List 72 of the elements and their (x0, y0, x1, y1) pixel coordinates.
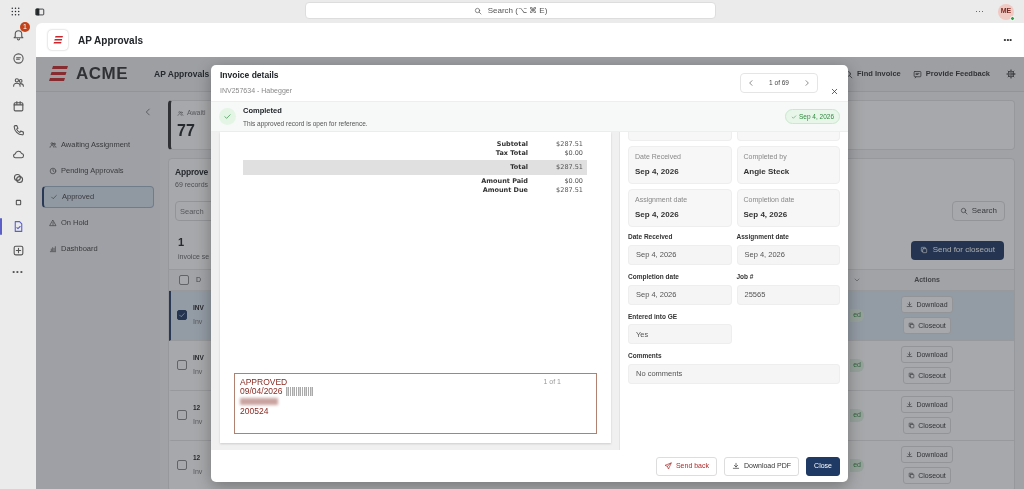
settings-button[interactable] (1006, 69, 1016, 79)
checkbox[interactable] (177, 360, 187, 371)
stat-value: 77 (177, 122, 195, 139)
previous-button[interactable] (747, 79, 756, 87)
app-logo-icon (48, 30, 68, 50)
chevron-left-icon (143, 107, 153, 117)
page-title: AP Approvals (154, 67, 210, 81)
detail-value: Sep 4, 2026 (743, 208, 789, 221)
copy-icon (908, 372, 916, 380)
download-icon (906, 351, 914, 359)
copy-icon (908, 322, 916, 330)
phone-icon (11, 124, 25, 137)
download-icon (906, 301, 914, 309)
search-field[interactable]: Search (⌥ ⌘ E) (305, 2, 716, 19)
check-icon (790, 113, 797, 120)
feedback-icon (912, 69, 922, 79)
bell-icon (11, 28, 25, 41)
people-icon (177, 109, 184, 117)
settings-icon (1006, 69, 1016, 79)
checkbox[interactable] (177, 310, 187, 321)
stamp-reference: 200524 (240, 406, 269, 416)
brand-name: ACME (76, 63, 129, 86)
people-icon (11, 76, 25, 89)
copy-icon (919, 246, 928, 254)
more-button[interactable]: ··· (975, 4, 984, 19)
next-button[interactable] (803, 79, 811, 87)
chevron-left-icon (747, 79, 756, 87)
plus-icon (11, 244, 25, 257)
sidebar-icon (35, 6, 45, 17)
send-icon (663, 462, 672, 470)
more-button[interactable]: ••• (1003, 34, 1012, 46)
card-title: Approve (175, 166, 209, 179)
send-for-closeout-button[interactable]: Send for closeout (910, 240, 1004, 260)
status-dot (1010, 15, 1015, 21)
stamp-date: 09/04/2026 (240, 386, 283, 396)
check-icon (178, 311, 186, 320)
warning-icon (49, 219, 57, 227)
detail-value: Sep 4, 2026 (635, 165, 680, 178)
stamp-status: APPROVED (240, 378, 288, 387)
selected-count: 1 (178, 237, 185, 249)
chart-icon (49, 245, 57, 253)
checkbox[interactable] (177, 410, 187, 421)
app-grid-icon (10, 6, 21, 17)
copy-icon (908, 422, 916, 430)
detail-value: Angie Steck (743, 165, 791, 178)
download-icon (906, 451, 914, 459)
close-icon (830, 86, 839, 96)
more-button[interactable]: ••• (12, 266, 24, 278)
checkbox[interactable] (177, 460, 187, 471)
cloud-icon (11, 148, 25, 161)
copy-icon (908, 472, 916, 480)
chevron-right-icon (803, 79, 811, 87)
search-button[interactable]: Search (951, 201, 1005, 222)
check-icon (50, 193, 58, 201)
success-icon (219, 108, 236, 125)
dialog-title: Invoice details (220, 69, 279, 83)
download-icon (906, 401, 914, 409)
checkbox[interactable] (179, 274, 189, 285)
detail-value: Sep 4, 2026 (635, 208, 680, 221)
circles-icon (11, 172, 25, 185)
app-title: AP Approvals (78, 33, 144, 48)
people-icon (49, 141, 57, 149)
calendar-icon (11, 100, 25, 113)
download-icon (732, 462, 740, 470)
active-indicator (0, 218, 2, 235)
search-icon (959, 207, 968, 216)
chat-icon (11, 52, 25, 65)
clock-icon (49, 167, 57, 175)
search-icon (473, 6, 482, 15)
barcode-icon (285, 386, 314, 396)
redacted-name (240, 397, 278, 405)
logo-icon (48, 66, 68, 82)
